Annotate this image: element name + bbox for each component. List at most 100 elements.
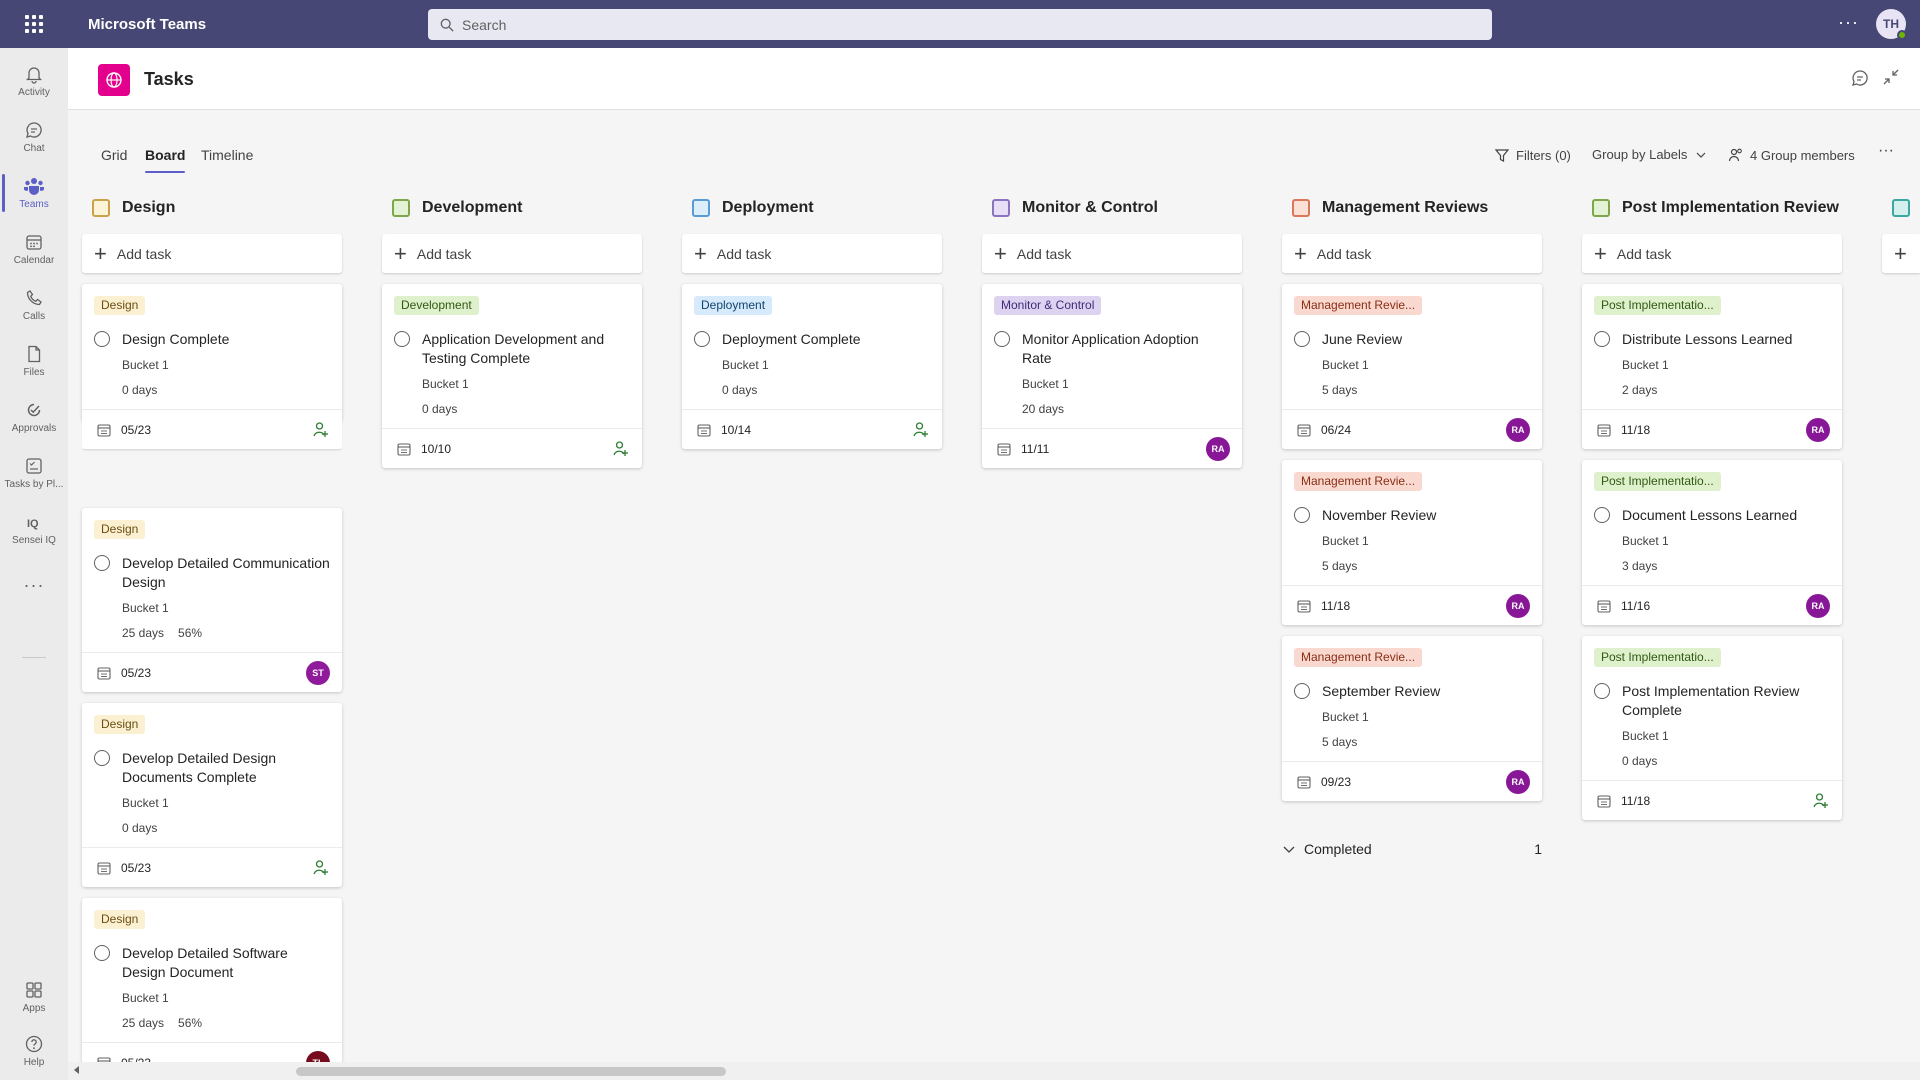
assignee-avatar[interactable]: RA (1206, 437, 1230, 461)
complete-checkbox[interactable] (994, 331, 1010, 347)
user-avatar[interactable]: TH (1876, 9, 1907, 40)
task-card[interactable]: Management Revie... November Review Buck… (1282, 460, 1542, 625)
complete-checkbox[interactable] (94, 945, 110, 961)
conversation-icon[interactable] (1850, 68, 1870, 88)
completed-section-toggle[interactable]: Completed 1 (1282, 834, 1542, 864)
tab-board[interactable]: Board (145, 147, 186, 173)
complete-checkbox[interactable] (94, 331, 110, 347)
task-card[interactable]: Design Develop Detailed Software Design … (82, 898, 342, 1080)
assign-person-icon[interactable] (1812, 791, 1830, 809)
plus-icon: + (394, 240, 407, 266)
horizontal-scrollbar[interactable] (68, 1062, 1920, 1080)
search-input[interactable]: Search (428, 9, 1492, 40)
add-task-button[interactable]: + Add task (82, 234, 342, 273)
tab-grid[interactable]: Grid (101, 147, 127, 163)
assign-person-icon[interactable] (312, 420, 330, 438)
add-task-button[interactable]: + Add task (1282, 234, 1542, 273)
add-task-button[interactable]: + Add task (682, 234, 942, 273)
task-card[interactable]: Monitor & Control Monitor Application Ad… (982, 284, 1242, 468)
assignee-avatar[interactable]: ST (306, 661, 330, 685)
complete-checkbox[interactable] (94, 750, 110, 766)
task-card[interactable]: Development Application Development and … (382, 284, 642, 468)
rail-item-help[interactable]: Help (0, 1024, 68, 1078)
rail-item-files[interactable]: Files (0, 334, 68, 388)
complete-checkbox[interactable] (394, 331, 410, 347)
add-task-button[interactable]: + Add task (982, 234, 1242, 273)
rail-item-teams[interactable]: Teams (0, 166, 68, 220)
task-duration: 0 days (722, 383, 758, 397)
app-launcher-icon[interactable] (0, 0, 68, 48)
calendar-icon (97, 862, 111, 875)
task-bucket: Bucket 1 (1622, 358, 1669, 372)
task-card[interactable]: Management Revie... September Review Buc… (1282, 636, 1542, 801)
scrollbar-thumb[interactable] (296, 1067, 726, 1076)
group-by-dropdown[interactable]: Group by Labels (1592, 147, 1707, 162)
task-card[interactable]: Design Design Complete Bucket 1 0 days (82, 284, 342, 421)
due-date: 06/24 (1296, 422, 1351, 438)
rail-item-chat[interactable]: Chat (0, 110, 68, 164)
assignee-avatar[interactable]: RA (1806, 418, 1830, 442)
search-placeholder: Search (462, 16, 507, 33)
file-icon (28, 345, 41, 363)
complete-checkbox[interactable] (1594, 507, 1610, 523)
assignee-avatar[interactable]: RA (1506, 770, 1530, 794)
group-members-button[interactable]: 4 Group members (1728, 147, 1855, 163)
column-header-monitor-control: Monitor & Control (992, 193, 1158, 223)
tasks-icon (26, 458, 42, 474)
task-card[interactable]: Design Develop Detailed Communication De… (82, 508, 342, 692)
column-color-swatch (692, 199, 710, 217)
task-card-footer: 05/23 (82, 847, 342, 887)
rail-item-approvals[interactable]: Approvals (0, 390, 68, 444)
rail-item-calendar[interactable]: Calendar (0, 222, 68, 276)
complete-checkbox[interactable] (1294, 507, 1310, 523)
scroll-left-icon[interactable] (74, 1066, 79, 1074)
task-card[interactable]: Design Develop Detailed Design Documents… (82, 703, 342, 887)
task-duration: 25 days (122, 626, 165, 640)
column-color-swatch (392, 199, 410, 217)
task-card[interactable]: Post Implementatio... Document Lessons L… (1582, 460, 1842, 625)
due-date-text: 11/18 (1621, 423, 1651, 437)
tab-timeline[interactable]: Timeline (201, 147, 253, 163)
task-bucket: Bucket 1 (422, 377, 469, 391)
task-card[interactable]: Management Revie... June Review Bucket 1… (1282, 284, 1542, 449)
completed-count: 1 (1534, 841, 1542, 857)
rail-item-sensei-iq[interactable]: IQ Sensei IQ (0, 502, 68, 556)
task-card[interactable]: Post Implementatio... Post Implementatio… (1582, 636, 1842, 820)
add-task-button[interactable]: + (1882, 234, 1920, 273)
rail-item-activity[interactable]: Activity (0, 54, 68, 108)
complete-checkbox[interactable] (694, 331, 710, 347)
assignee-avatar[interactable]: RA (1806, 594, 1830, 618)
calendar-icon (1597, 424, 1611, 437)
collapse-icon[interactable] (1882, 68, 1900, 86)
add-task-button[interactable]: + Add task (1582, 234, 1842, 273)
complete-checkbox[interactable] (1594, 683, 1610, 699)
filters-button[interactable]: Filters (0) (1494, 147, 1571, 163)
add-task-label: Add task (1616, 245, 1672, 262)
task-card[interactable]: Post Implementatio... Distribute Lessons… (1582, 284, 1842, 449)
add-task-button[interactable]: + Add task (382, 234, 642, 273)
assign-person-icon[interactable] (612, 439, 630, 457)
more-options-icon[interactable]: ··· (1838, 12, 1859, 33)
task-label: Post Implementatio... (1594, 648, 1721, 667)
more-apps-icon[interactable]: ··· (0, 558, 68, 612)
due-date-text: 05/23 (121, 861, 152, 875)
assignee-avatar[interactable]: RA (1506, 418, 1530, 442)
due-date-text: 10/14 (721, 423, 752, 437)
task-card-footer: 05/23 (82, 409, 342, 449)
task-card[interactable]: Deployment Deployment Complete Bucket 1 … (682, 284, 942, 449)
due-date-text: 11/11 (1021, 442, 1050, 456)
assign-person-icon[interactable] (912, 420, 930, 438)
assign-person-icon[interactable] (312, 858, 330, 876)
task-duration: 20 days (1022, 402, 1065, 416)
rail-item-apps[interactable]: Apps (0, 970, 68, 1024)
rail-label: Teams (19, 199, 49, 210)
complete-checkbox[interactable] (1594, 331, 1610, 347)
rail-item-tasks-by-planner[interactable]: Tasks by Pl... (0, 446, 68, 500)
rail-item-calls[interactable]: Calls (0, 278, 68, 332)
page-header: Tasks (68, 48, 1920, 110)
complete-checkbox[interactable] (1294, 683, 1310, 699)
assignee-avatar[interactable]: RA (1506, 594, 1530, 618)
more-actions-icon[interactable]: ··· (1878, 142, 1894, 160)
complete-checkbox[interactable] (1294, 331, 1310, 347)
complete-checkbox[interactable] (94, 555, 110, 571)
